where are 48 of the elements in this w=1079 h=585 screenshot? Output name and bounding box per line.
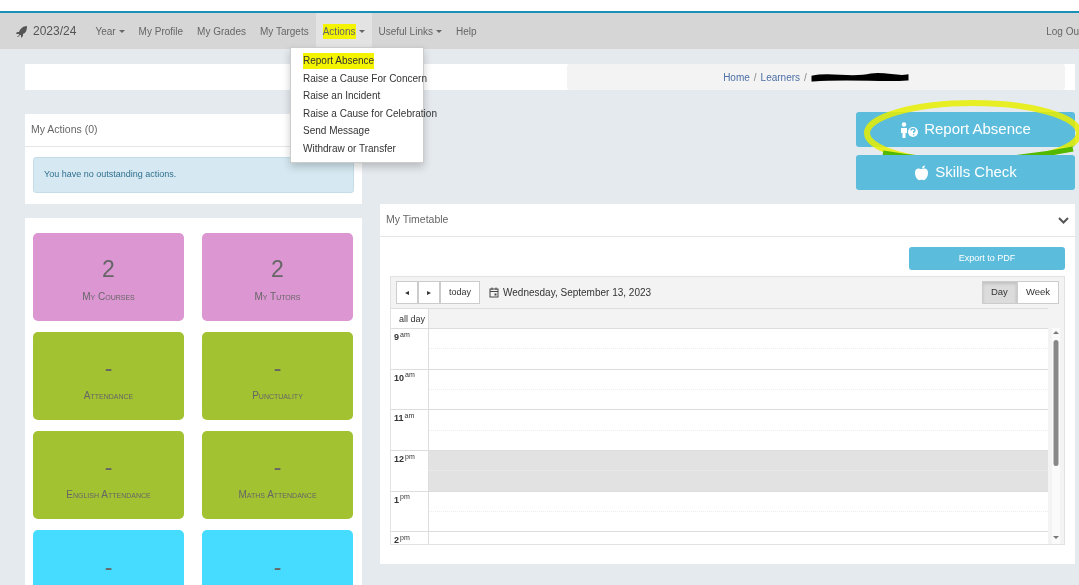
calendar-icon — [489, 287, 500, 298]
stat-tile[interactable]: - — [33, 529, 184, 585]
hour-label: 12$^{pm}$ — [394, 454, 415, 465]
nav-link[interactable]: Year — [88, 13, 132, 49]
view-toggle[interactable]: Day — [981, 281, 1017, 304]
all-day-label: all day — [399, 314, 425, 324]
menu-item[interactable]: Send Message — [303, 123, 370, 139]
menu-item[interactable]: Withdraw or Transfer — [303, 140, 396, 157]
stat-tile[interactable]: - Maths Attendance — [202, 430, 353, 519]
hour-label: 9$^{am}$ — [394, 332, 410, 342]
panel-title: My Timetable — [386, 212, 449, 228]
person-question-icon — [900, 121, 919, 138]
action-button[interactable]: Report Absence — [856, 112, 1075, 147]
view-toggle[interactable]: Week — [1016, 281, 1059, 304]
breadcrumb-link[interactable]: Home — [723, 69, 750, 85]
hour-label: 10$^{am}$ — [394, 372, 415, 383]
menu-item[interactable]: Raise an Incident — [303, 88, 381, 104]
action-button[interactable]: Skills Check — [856, 155, 1075, 190]
breadcrumb-separator: / — [804, 70, 807, 85]
date-label: Wednesday, September 13, 2023 — [503, 286, 652, 300]
stat-tile[interactable]: - — [202, 529, 353, 585]
rocket-icon — [16, 24, 28, 38]
stat-tile[interactable]: - Attendance — [33, 331, 184, 420]
stat-tile[interactable]: - English Attendance — [33, 430, 184, 519]
today-button[interactable]: today — [440, 281, 481, 304]
nav-link[interactable]: Useful Links — [371, 13, 449, 49]
chevron-down-icon — [1058, 216, 1069, 224]
nav-link[interactable]: Help — [448, 13, 484, 49]
nav-link[interactable]: My Grades — [190, 13, 253, 49]
breadcrumb-separator: / — [753, 70, 757, 85]
menu-item[interactable]: Report Absence — [303, 53, 375, 69]
hour-label: 1$^{pm}$ — [394, 494, 410, 505]
nav-link[interactable]: My Profile — [131, 13, 191, 49]
hour-label: 2$^{pm}$ — [394, 535, 410, 544]
menu-item[interactable]: Raise a Cause For Concern — [303, 70, 427, 87]
log-out-link[interactable]: Log Ou — [1039, 13, 1079, 49]
breadcrumb-link[interactable]: Learners — [760, 69, 801, 85]
menu-item[interactable]: Raise a Cause for Celebration — [303, 105, 437, 122]
apple-icon — [914, 164, 930, 181]
hour-label: 11$^{am}$ — [394, 413, 415, 424]
brand-label[interactable]: 2023/24 — [33, 22, 77, 40]
stat-tile[interactable]: 2 My Courses — [33, 232, 184, 321]
nav-link[interactable]: Actions — [315, 13, 372, 49]
export-button[interactable]: Export to PDF — [909, 247, 1065, 270]
stat-tile[interactable]: - Punctuality — [202, 331, 353, 420]
nav-link[interactable]: My Targets — [252, 13, 316, 49]
info-alert: You have no outstanding actions. — [33, 157, 354, 193]
stat-tile[interactable]: 2 My Tutors — [202, 232, 353, 321]
